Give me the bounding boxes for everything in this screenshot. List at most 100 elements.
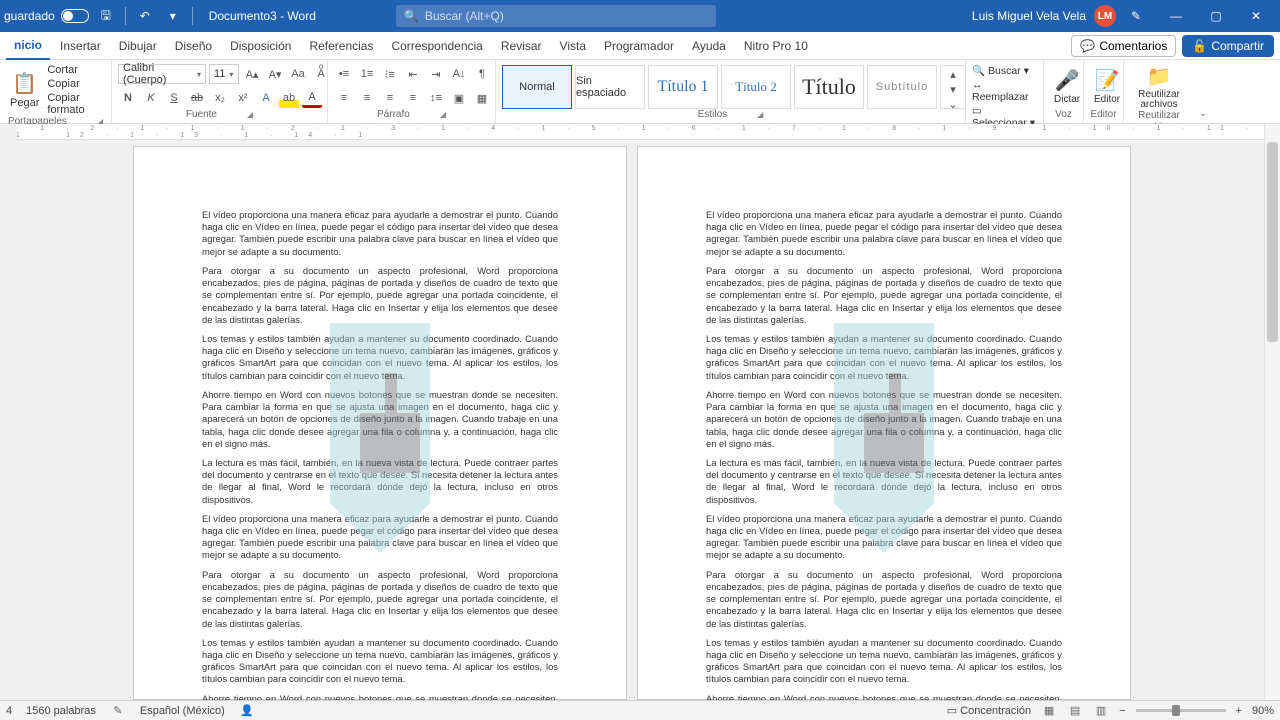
replace-button[interactable]: ↔ Reemplazar xyxy=(972,79,1037,103)
vertical-scrollbar[interactable] xyxy=(1264,124,1280,700)
tab-inicio[interactable]: nicio xyxy=(6,32,50,60)
style-normal[interactable]: Normal xyxy=(502,65,572,109)
dialog-launcher-icon[interactable]: ◢ xyxy=(440,109,446,121)
group-paragraph: •≡ 1≡ ⁝≡ ⇤ ⇥ A↓ ¶ ≡ ≡ ≡ ≡ ↕≡ ▣ ▦ Párrafo… xyxy=(328,60,496,123)
style-title[interactable]: Título xyxy=(794,65,864,109)
superscript-icon[interactable]: x² xyxy=(233,88,253,108)
shrink-font-icon[interactable]: A▾ xyxy=(265,64,285,84)
reuse-files-button[interactable]: 📁Reutilizar archivos xyxy=(1130,64,1188,110)
text-effects-icon[interactable]: A xyxy=(256,88,276,108)
dialog-launcher-icon[interactable]: ◢ xyxy=(757,109,763,121)
tab-diseno[interactable]: Diseño xyxy=(167,33,220,59)
page-number[interactable]: 4 xyxy=(6,705,12,717)
find-button[interactable]: 🔍 Buscar ▾ xyxy=(972,64,1037,77)
tab-nitro[interactable]: Nitro Pro 10 xyxy=(736,33,816,59)
italic-icon[interactable]: K xyxy=(141,88,161,108)
style-subtitle[interactable]: Subtítulo xyxy=(867,65,937,109)
style-no-spacing[interactable]: Sin espaciado xyxy=(575,65,645,109)
show-marks-icon[interactable]: ¶ xyxy=(472,64,492,84)
cut-button[interactable]: Cortar xyxy=(47,64,105,76)
bold-icon[interactable]: N xyxy=(118,88,138,108)
numbering-icon[interactable]: 1≡ xyxy=(357,64,377,84)
paragraph: Para otorgar a su documento un aspecto p… xyxy=(202,569,558,630)
font-size-select[interactable]: 11▾ xyxy=(209,64,239,84)
font-color-icon[interactable]: A xyxy=(302,88,322,108)
align-right-icon[interactable]: ≡ xyxy=(380,88,400,108)
subscript-icon[interactable]: x₂ xyxy=(210,88,230,108)
share-button[interactable]: 🔓Compartir xyxy=(1182,35,1274,57)
tab-vista[interactable]: Vista xyxy=(552,33,594,59)
comments-button[interactable]: 💬Comentarios xyxy=(1071,35,1176,57)
tab-dibujar[interactable]: Dibujar xyxy=(111,33,165,59)
font-name-select[interactable]: Calibri (Cuerpo)▾ xyxy=(118,64,206,84)
zoom-level[interactable]: 90% xyxy=(1252,705,1274,717)
language[interactable]: Español (México) xyxy=(140,705,225,717)
collapse-ribbon-icon[interactable]: ⌄ xyxy=(1199,108,1207,119)
tab-correspondencia[interactable]: Correspondencia xyxy=(383,33,490,59)
align-center-icon[interactable]: ≡ xyxy=(357,88,377,108)
paragraph: El vídeo proporciona una manera eficaz p… xyxy=(706,513,1062,562)
tab-programador[interactable]: Programador xyxy=(596,33,682,59)
ribbon: 📋Pegar Cortar Copiar Copiar formato Port… xyxy=(0,60,1280,124)
page-2[interactable]: El vídeo proporciona una manera eficaz p… xyxy=(637,146,1131,700)
bullets-icon[interactable]: •≡ xyxy=(334,64,354,84)
word-count[interactable]: 1560 palabras xyxy=(26,705,96,717)
autosave-toggle[interactable] xyxy=(61,9,89,23)
accessibility-icon[interactable]: 👤 xyxy=(239,703,255,719)
paste-button[interactable]: 📋Pegar xyxy=(6,71,43,109)
tab-referencias[interactable]: Referencias xyxy=(301,33,381,59)
change-case-icon[interactable]: Aa xyxy=(288,64,308,84)
minimize-button[interactable]: ― xyxy=(1156,0,1196,32)
tab-ayuda[interactable]: Ayuda xyxy=(684,33,734,59)
page-1[interactable]: El vídeo proporciona una manera eficaz p… xyxy=(133,146,627,700)
underline-icon[interactable]: S xyxy=(164,88,184,108)
maximize-button[interactable]: ▢ xyxy=(1196,0,1236,32)
undo-icon[interactable]: ↶ xyxy=(134,5,156,27)
focus-mode[interactable]: ▭ Concentración xyxy=(947,704,1031,717)
style-up-icon[interactable]: ▴ xyxy=(943,68,963,81)
indent-icon[interactable]: ⇥ xyxy=(426,64,446,84)
spellcheck-icon[interactable]: ✎ xyxy=(110,703,126,719)
web-layout-icon[interactable]: ▥ xyxy=(1093,703,1109,719)
read-mode-icon[interactable]: ▦ xyxy=(1041,703,1057,719)
highlight-icon[interactable]: ab xyxy=(279,88,299,108)
grow-font-icon[interactable]: A▴ xyxy=(242,64,262,84)
line-spacing-icon[interactable]: ↕≡ xyxy=(426,88,446,108)
sort-icon[interactable]: A↓ xyxy=(449,64,469,84)
shading-icon[interactable]: ▣ xyxy=(449,88,469,108)
print-layout-icon[interactable]: ▤ xyxy=(1067,703,1083,719)
autosave-label: guardado xyxy=(4,9,55,23)
pen-icon[interactable]: ✎ xyxy=(1116,0,1156,32)
avatar[interactable]: LM xyxy=(1094,5,1116,27)
ruler[interactable]: · 1 · 2 · 1 · 1 · 1 · 2 · 1 · 3 · 1 · 4 … xyxy=(16,124,1264,140)
editor-button[interactable]: 📝Editor xyxy=(1090,68,1124,105)
dialog-launcher-icon[interactable]: ◢ xyxy=(247,109,253,121)
style-heading2[interactable]: Título 2 xyxy=(721,65,791,109)
zoom-out-icon[interactable]: − xyxy=(1119,705,1125,717)
dictate-button[interactable]: 🎤Dictar xyxy=(1050,68,1084,105)
group-reuse: 📁Reutilizar archivos Reutilizar archivos xyxy=(1124,60,1194,123)
group-font: Calibri (Cuerpo)▾ 11▾ A▴ A▾ Aa Aͦ N K S … xyxy=(112,60,328,123)
outdent-icon[interactable]: ⇤ xyxy=(403,64,423,84)
tab-insertar[interactable]: Insertar xyxy=(52,33,109,59)
user-name[interactable]: Luis Miguel Vela Vela xyxy=(972,9,1086,23)
save-icon[interactable]: 🖫 xyxy=(95,5,117,27)
search-box[interactable]: 🔍 Buscar (Alt+Q) xyxy=(396,5,716,27)
zoom-in-icon[interactable]: + xyxy=(1236,705,1242,717)
format-painter-button[interactable]: Copiar formato xyxy=(47,92,105,116)
strike-icon[interactable]: ab xyxy=(187,88,207,108)
paragraph: El vídeo proporciona una manera eficaz p… xyxy=(202,513,558,562)
copy-button[interactable]: Copiar xyxy=(47,78,105,90)
style-heading1[interactable]: Título 1 xyxy=(648,65,718,109)
borders-icon[interactable]: ▦ xyxy=(472,88,492,108)
style-down-icon[interactable]: ▾ xyxy=(943,83,963,96)
multilevel-icon[interactable]: ⁝≡ xyxy=(380,64,400,84)
tab-disposicion[interactable]: Disposición xyxy=(222,33,299,59)
justify-icon[interactable]: ≡ xyxy=(403,88,423,108)
dropdown-icon[interactable]: ▾ xyxy=(162,5,184,27)
zoom-slider[interactable] xyxy=(1136,709,1226,712)
close-button[interactable]: ✕ xyxy=(1236,0,1276,32)
align-left-icon[interactable]: ≡ xyxy=(334,88,354,108)
scrollbar-thumb[interactable] xyxy=(1267,142,1278,342)
tab-revisar[interactable]: Revisar xyxy=(493,33,550,59)
